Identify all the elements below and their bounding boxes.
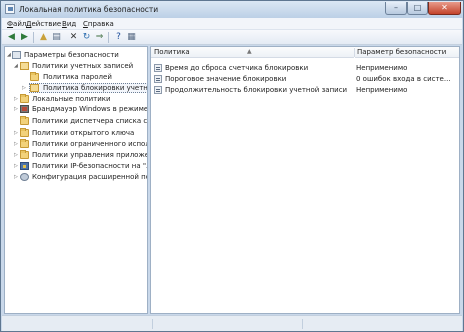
- back-arrow-icon[interactable]: ◀: [6, 32, 17, 43]
- tree-item-label: Конфигурация расширенной полити: [32, 173, 147, 181]
- ipsec-icon: [20, 162, 29, 170]
- close-button[interactable]: ✕: [428, 2, 461, 15]
- menu-bar: Файл Действие Вид Справка: [2, 18, 462, 30]
- tree-item-advanced-audit[interactable]: ▷ Конфигурация расширенной полити: [5, 172, 147, 182]
- tree-item-lockout-policy[interactable]: ▷ Политика блокировки учетной з: [5, 83, 147, 93]
- policy-icon: [154, 75, 162, 83]
- expand-arrow-icon[interactable]: ▷: [14, 174, 19, 180]
- menu-action[interactable]: Действие: [26, 20, 61, 28]
- export-list-icon[interactable]: ⇒: [94, 32, 105, 43]
- policy-name: Пороговое значение блокировки: [165, 75, 287, 83]
- tree-item-label: Политики IP-безопасности на "Лок: [32, 162, 148, 170]
- tree-item-label: Политики учетных записей: [32, 62, 134, 70]
- help-icon[interactable]: ?: [113, 32, 124, 43]
- tree-item-label: Политики диспетчера списка сетей: [32, 117, 148, 125]
- tree-item-label: Локальные политики: [32, 95, 111, 103]
- folder-icon: [20, 116, 29, 125]
- tree-item-label: Политика паролей: [43, 73, 112, 81]
- tree-item-local-policies[interactable]: ▷ Локальные политики: [5, 94, 147, 104]
- folder-open-icon: [30, 84, 39, 92]
- forward-arrow-icon[interactable]: ▶: [19, 32, 30, 43]
- tree-item-software-restriction[interactable]: ▷ Политики ограниченного использо: [5, 139, 147, 149]
- app-window: Локальная политика безопасности – □ ✕ Фа…: [0, 0, 464, 332]
- tree-item-label: Политики открытого ключа: [32, 129, 135, 137]
- folder-open-icon: [20, 62, 29, 70]
- expand-arrow-icon[interactable]: ▷: [14, 152, 19, 158]
- folder-icon: [20, 139, 29, 148]
- toolbar-separator: [108, 32, 109, 43]
- expand-arrow-icon[interactable]: ▷: [14, 141, 19, 147]
- folder-icon: [20, 150, 29, 159]
- title-bar[interactable]: Локальная политика безопасности – □ ✕: [1, 1, 463, 18]
- status-bar-divider: [152, 319, 153, 329]
- status-bar: [2, 315, 462, 331]
- policy-setting: 0 ошибок входа в систе...: [356, 75, 451, 83]
- toolbar: ◀ ▶ ▲ ▤ ✕ ↻ ⇒ ? ▦: [2, 30, 462, 45]
- policy-icon: [154, 64, 162, 72]
- menu-help[interactable]: Справка: [83, 20, 114, 28]
- firewall-icon: [20, 105, 29, 113]
- delete-icon[interactable]: ✕: [68, 32, 79, 43]
- expand-arrow-icon[interactable]: ▷: [14, 96, 19, 102]
- collapse-arrow-icon[interactable]: ◢: [14, 63, 19, 69]
- expand-arrow-icon[interactable]: ▷: [14, 106, 19, 112]
- column-header-setting[interactable]: Параметр безопасности: [355, 47, 459, 58]
- security-settings-icon: [12, 51, 21, 59]
- properties-icon[interactable]: ▦: [126, 32, 137, 43]
- window-title: Локальная политика безопасности: [19, 5, 159, 14]
- tree-item-ipsec[interactable]: ▷ Политики IP-безопасности на "Лок: [5, 161, 147, 171]
- app-icon: [5, 4, 15, 14]
- minimize-button[interactable]: –: [385, 2, 407, 15]
- tree-item-label: Политики ограниченного использо: [32, 140, 147, 148]
- folder-icon: [30, 72, 39, 81]
- tree-item-label: Политики управления приложения: [32, 151, 148, 159]
- details-pane: Политика ▲ Параметр безопасности Время д…: [150, 46, 460, 314]
- tree-item-label: Параметры безопасности: [24, 51, 119, 59]
- policy-icon: [154, 86, 162, 94]
- status-bar-divider: [302, 319, 303, 329]
- console-tree[interactable]: ◢ Параметры безопасности ◢ Политики учет…: [4, 46, 148, 314]
- tree-item-label: Брандмауэр Windows в режиме по: [32, 105, 148, 113]
- list-item[interactable]: Пороговое значение блокировки 0 ошибок в…: [151, 74, 459, 84]
- list-item[interactable]: Продолжительность блокировки учетной зап…: [151, 85, 459, 95]
- tree-item-applocker[interactable]: ▷ Политики управления приложения: [5, 150, 147, 160]
- menu-view[interactable]: Вид: [62, 20, 76, 28]
- tree-item-public-key[interactable]: ▷ Политики открытого ключа: [5, 128, 147, 138]
- expand-arrow-icon[interactable]: ▷: [22, 85, 27, 91]
- folder-icon: [20, 94, 29, 103]
- menu-file[interactable]: Файл: [7, 20, 26, 28]
- tree-item-windows-firewall[interactable]: ▷ Брандмауэр Windows в режиме по: [5, 104, 147, 114]
- refresh-icon[interactable]: ↻: [81, 32, 92, 43]
- tree-item-security-settings[interactable]: ◢ Параметры безопасности: [5, 50, 147, 60]
- expand-arrow-icon[interactable]: ▷: [14, 130, 19, 136]
- expand-arrow-icon[interactable]: ▷: [14, 163, 19, 169]
- column-header-policy[interactable]: Политика ▲: [151, 47, 354, 58]
- show-tree-icon[interactable]: ▤: [51, 32, 62, 43]
- folder-icon: [20, 128, 29, 137]
- policy-name: Продолжительность блокировки учетной зап…: [165, 86, 348, 94]
- list-item[interactable]: Время до сброса счетчика блокировки Непр…: [151, 63, 459, 73]
- toolbar-separator: [33, 32, 34, 43]
- policy-name: Время до сброса счетчика блокировки: [165, 64, 309, 72]
- policy-setting: Неприменимо: [356, 86, 408, 94]
- tree-item-network-list[interactable]: Политики диспетчера списка сетей: [5, 116, 147, 126]
- up-folder-icon[interactable]: ▲: [38, 32, 49, 43]
- column-header-label: Параметр безопасности: [357, 48, 447, 56]
- tree-item-account-policies[interactable]: ◢ Политики учетных записей: [5, 61, 147, 71]
- maximize-button[interactable]: □: [407, 2, 428, 15]
- audit-config-icon: [20, 173, 29, 181]
- sort-up-icon: ▲: [247, 48, 252, 55]
- tree-item-password-policy[interactable]: Политика паролей: [5, 72, 147, 82]
- tree-item-label: Политика блокировки учетной з: [43, 84, 148, 92]
- column-header-label: Политика: [154, 48, 190, 56]
- policy-setting: Неприменимо: [356, 64, 408, 72]
